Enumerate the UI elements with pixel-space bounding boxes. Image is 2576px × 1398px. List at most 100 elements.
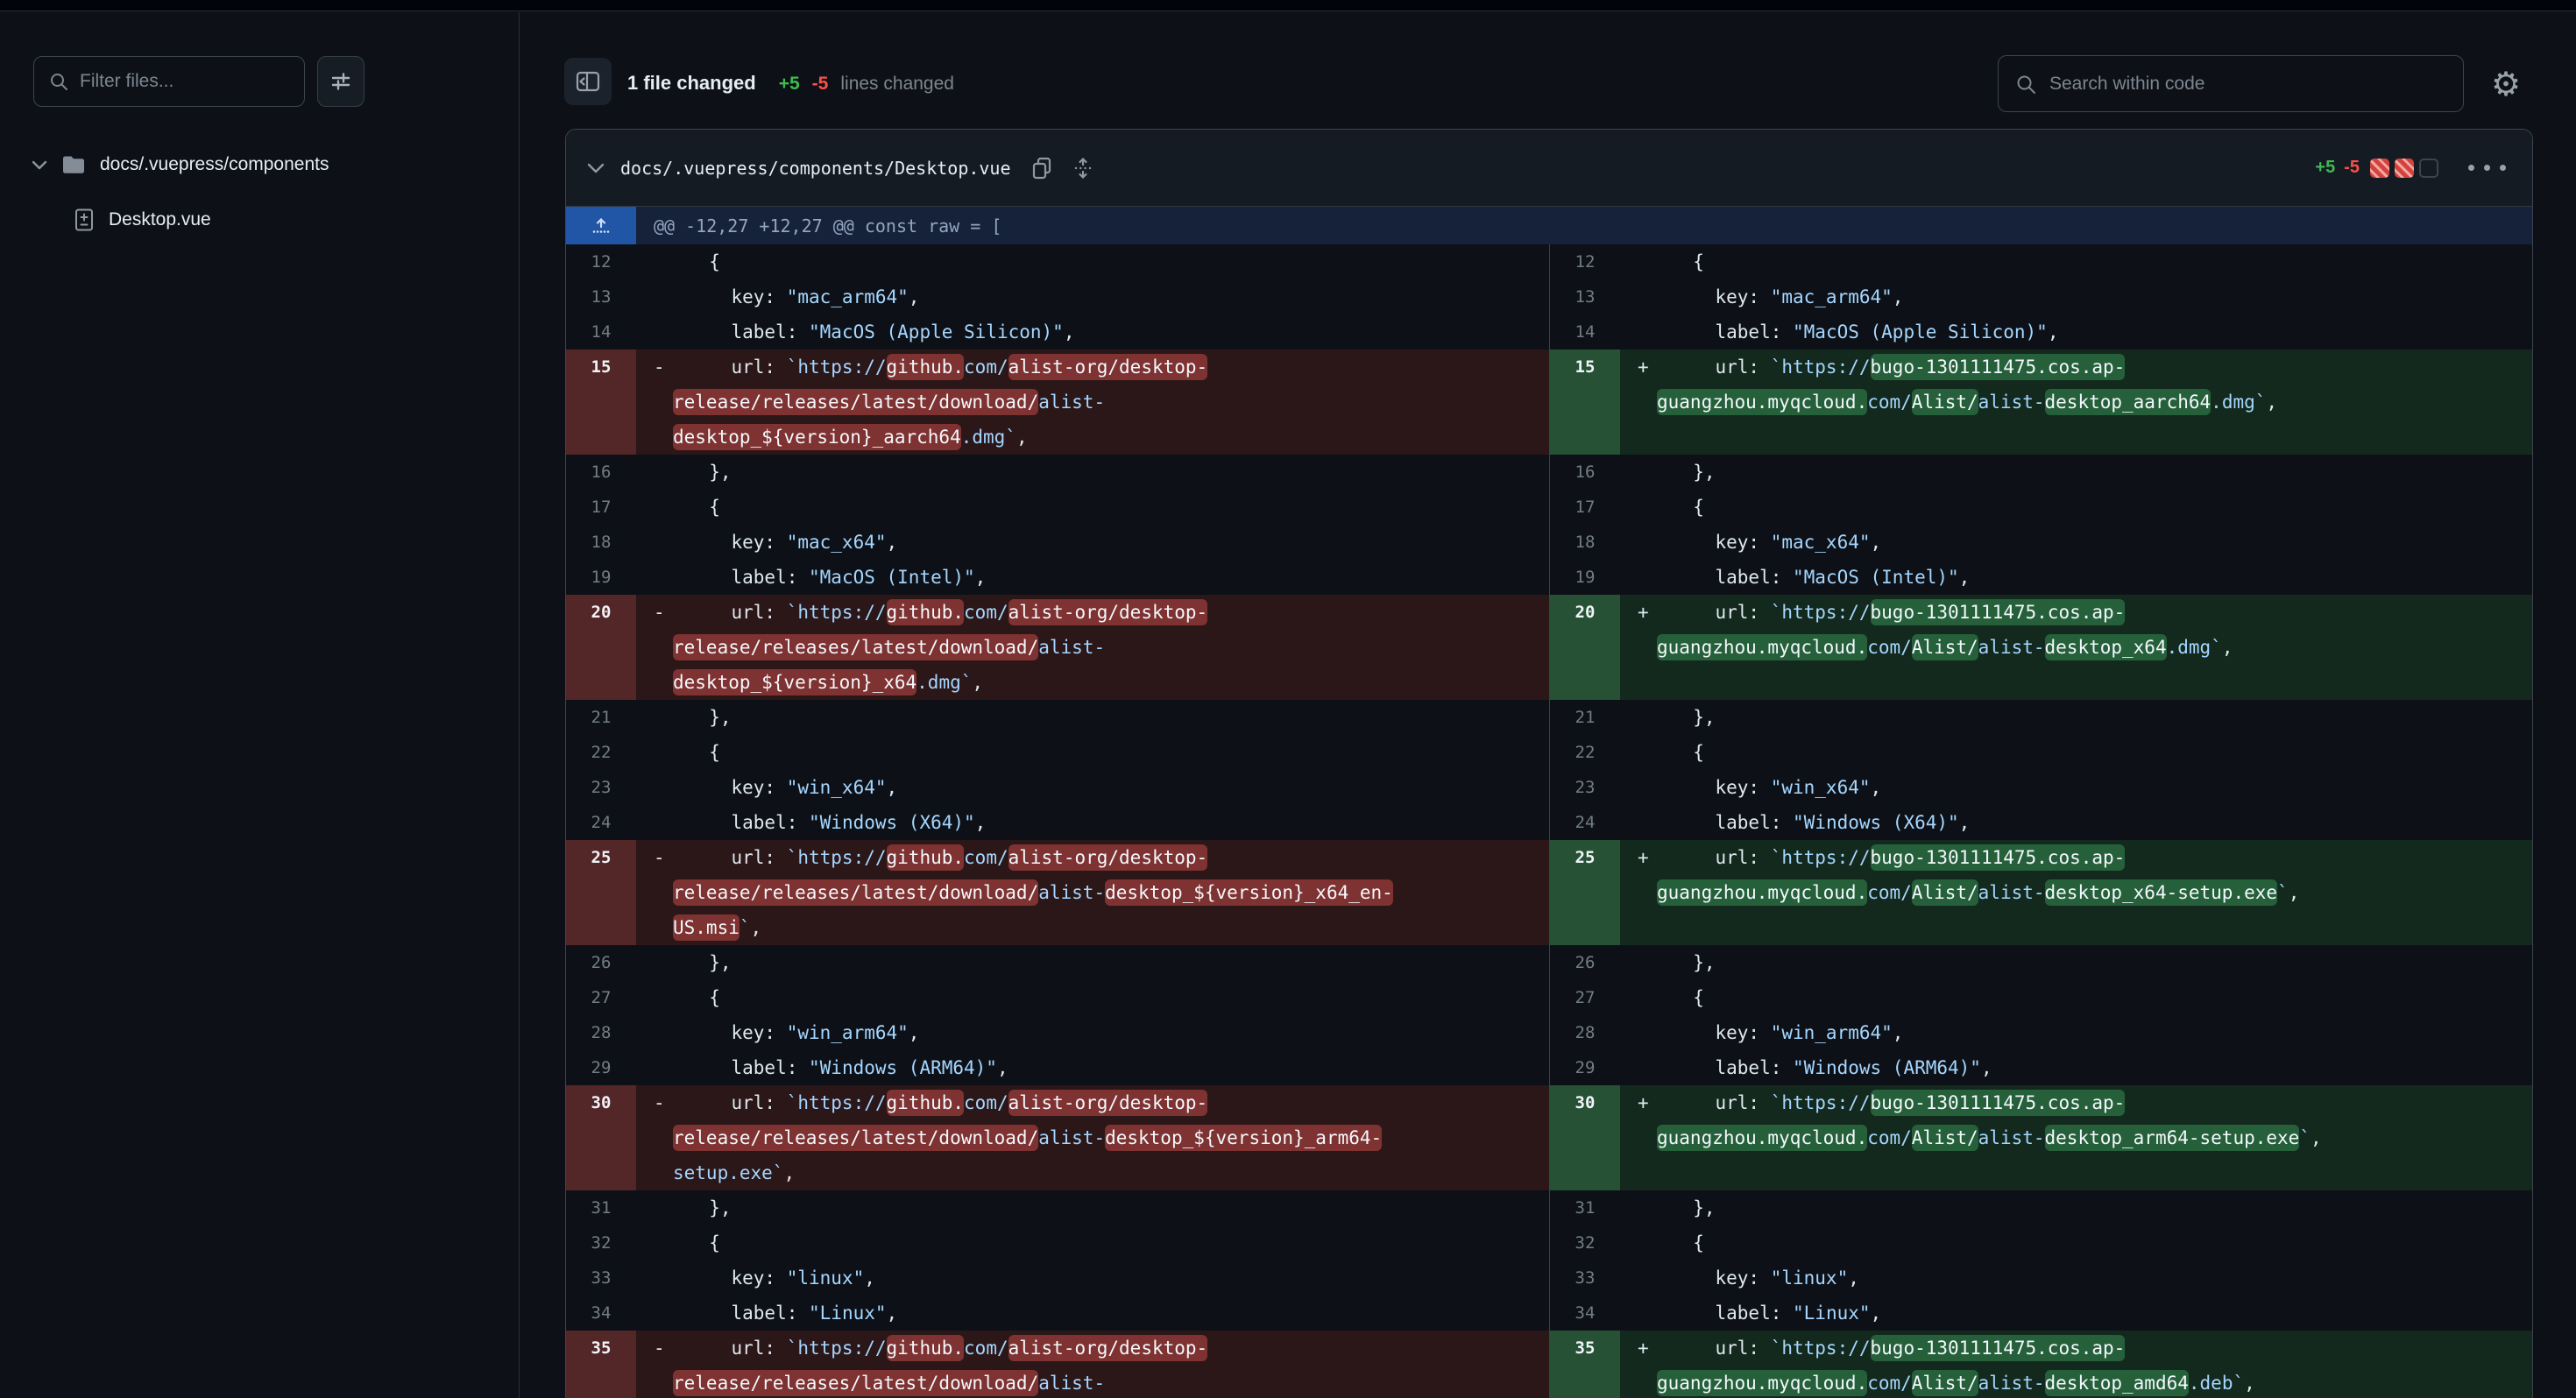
- line-number[interactable]: 27: [1550, 980, 1620, 1015]
- code-segment: {: [654, 251, 720, 272]
- line-number[interactable]: 35: [1550, 1331, 1620, 1366]
- code-segment: },: [654, 462, 732, 483]
- line-number[interactable]: 25: [566, 840, 636, 875]
- line-number[interactable]: 28: [566, 1015, 636, 1050]
- diff-word-highlight: desktop_${version}_arm64-: [1105, 1125, 1382, 1151]
- tree-folder-row[interactable]: docs/.vuepress/components: [0, 137, 519, 192]
- expand-up-button[interactable]: [566, 207, 636, 244]
- line-number[interactable]: 34: [566, 1296, 636, 1331]
- line-number[interactable]: [1550, 420, 1620, 455]
- code-segment: ,: [1959, 567, 1971, 588]
- settings-gear-button[interactable]: ⚙: [2485, 63, 2527, 105]
- line-number[interactable]: 17: [1550, 490, 1620, 525]
- line-number[interactable]: 31: [566, 1190, 636, 1225]
- code-segment: },: [654, 707, 732, 728]
- line-number[interactable]: 31: [1550, 1190, 1620, 1225]
- line-number[interactable]: 13: [566, 279, 636, 314]
- line-number[interactable]: 26: [566, 945, 636, 980]
- diff-row: 21 },: [1550, 700, 2532, 735]
- line-number[interactable]: [566, 1366, 636, 1398]
- line-number[interactable]: 21: [566, 700, 636, 735]
- filter-options-button[interactable]: [317, 56, 364, 107]
- filter-files-input[interactable]: [80, 71, 290, 92]
- line-number[interactable]: 17: [566, 490, 636, 525]
- tree-file-row[interactable]: Desktop.vue: [0, 192, 519, 247]
- search-within-code-input[interactable]: [2049, 74, 2447, 95]
- line-number[interactable]: [566, 875, 636, 910]
- line-number[interactable]: [1550, 630, 1620, 665]
- line-number[interactable]: [1550, 910, 1620, 945]
- file-options-button[interactable]: [2461, 158, 2513, 178]
- code-segment: "MacOS (Apple Silicon)": [1793, 321, 2048, 342]
- line-number[interactable]: 18: [566, 525, 636, 560]
- filter-files-field[interactable]: [33, 56, 305, 107]
- line-number[interactable]: [566, 665, 636, 700]
- collapse-file-chevron-icon[interactable]: [587, 162, 605, 173]
- code-line: label: "MacOS (Intel)",: [636, 560, 1549, 595]
- line-number[interactable]: 13: [1550, 279, 1620, 314]
- diff-stat-square-deleted: [2370, 159, 2389, 178]
- line-number[interactable]: [566, 1120, 636, 1155]
- line-number[interactable]: [1550, 1120, 1620, 1155]
- line-number[interactable]: 34: [1550, 1296, 1620, 1331]
- line-number[interactable]: [1550, 1366, 1620, 1398]
- diff-word-highlight: release/releases/latest/download/: [673, 389, 1038, 415]
- line-number[interactable]: [1550, 385, 1620, 420]
- code-segment: `https://: [1771, 602, 1871, 623]
- line-number[interactable]: 32: [1550, 1225, 1620, 1260]
- line-number[interactable]: [566, 1155, 636, 1190]
- copy-path-button[interactable]: [1030, 156, 1053, 180]
- line-number[interactable]: 20: [566, 595, 636, 630]
- line-number[interactable]: 16: [566, 455, 636, 490]
- line-number[interactable]: 33: [1550, 1260, 1620, 1296]
- line-number[interactable]: 21: [1550, 700, 1620, 735]
- line-number[interactable]: 29: [1550, 1050, 1620, 1085]
- code-line: },: [636, 455, 1549, 490]
- search-within-code-field[interactable]: [1998, 55, 2464, 112]
- expand-hunks-button[interactable]: [1072, 156, 1093, 180]
- line-number[interactable]: 23: [566, 770, 636, 805]
- line-number[interactable]: 12: [1550, 244, 1620, 279]
- line-number[interactable]: [566, 420, 636, 455]
- code-segment: .dmg`: [961, 427, 1016, 448]
- line-number[interactable]: [566, 910, 636, 945]
- line-number[interactable]: 22: [566, 735, 636, 770]
- code-segment: alist-: [1038, 1373, 1105, 1394]
- line-number[interactable]: 24: [566, 805, 636, 840]
- code-segment: label:: [1638, 1057, 1793, 1078]
- line-number[interactable]: [566, 630, 636, 665]
- line-number[interactable]: 27: [566, 980, 636, 1015]
- line-number[interactable]: 18: [1550, 525, 1620, 560]
- line-number[interactable]: [1550, 875, 1620, 910]
- line-number[interactable]: 12: [566, 244, 636, 279]
- line-number[interactable]: 30: [1550, 1085, 1620, 1120]
- line-number[interactable]: 15: [1550, 350, 1620, 385]
- line-number[interactable]: [1550, 1155, 1620, 1190]
- line-number[interactable]: 20: [1550, 595, 1620, 630]
- line-number[interactable]: 30: [566, 1085, 636, 1120]
- diff-word-highlight: bugo-1301111475.cos.ap-: [1871, 354, 2126, 380]
- line-number[interactable]: 14: [566, 314, 636, 350]
- line-number[interactable]: 14: [1550, 314, 1620, 350]
- line-number[interactable]: 19: [1550, 560, 1620, 595]
- line-number[interactable]: 26: [1550, 945, 1620, 980]
- line-number[interactable]: 33: [566, 1260, 636, 1296]
- code-line: },: [1620, 945, 2532, 980]
- code-segment: com/: [1867, 392, 1912, 413]
- line-number[interactable]: [1550, 665, 1620, 700]
- line-number[interactable]: 16: [1550, 455, 1620, 490]
- diff-word-highlight: guangzhou.myqcloud.: [1657, 634, 1867, 660]
- line-number[interactable]: 15: [566, 350, 636, 385]
- line-number[interactable]: 25: [1550, 840, 1620, 875]
- line-number[interactable]: [566, 385, 636, 420]
- line-number[interactable]: 29: [566, 1050, 636, 1085]
- line-number[interactable]: 28: [1550, 1015, 1620, 1050]
- line-number[interactable]: 23: [1550, 770, 1620, 805]
- line-number[interactable]: 19: [566, 560, 636, 595]
- line-number[interactable]: 35: [566, 1331, 636, 1366]
- line-number[interactable]: 32: [566, 1225, 636, 1260]
- toggle-sidebar-button[interactable]: [564, 58, 612, 105]
- line-number[interactable]: 24: [1550, 805, 1620, 840]
- line-number[interactable]: 22: [1550, 735, 1620, 770]
- hunk-header-row: @@ -12,27 +12,27 @@ const raw = [: [566, 207, 2532, 244]
